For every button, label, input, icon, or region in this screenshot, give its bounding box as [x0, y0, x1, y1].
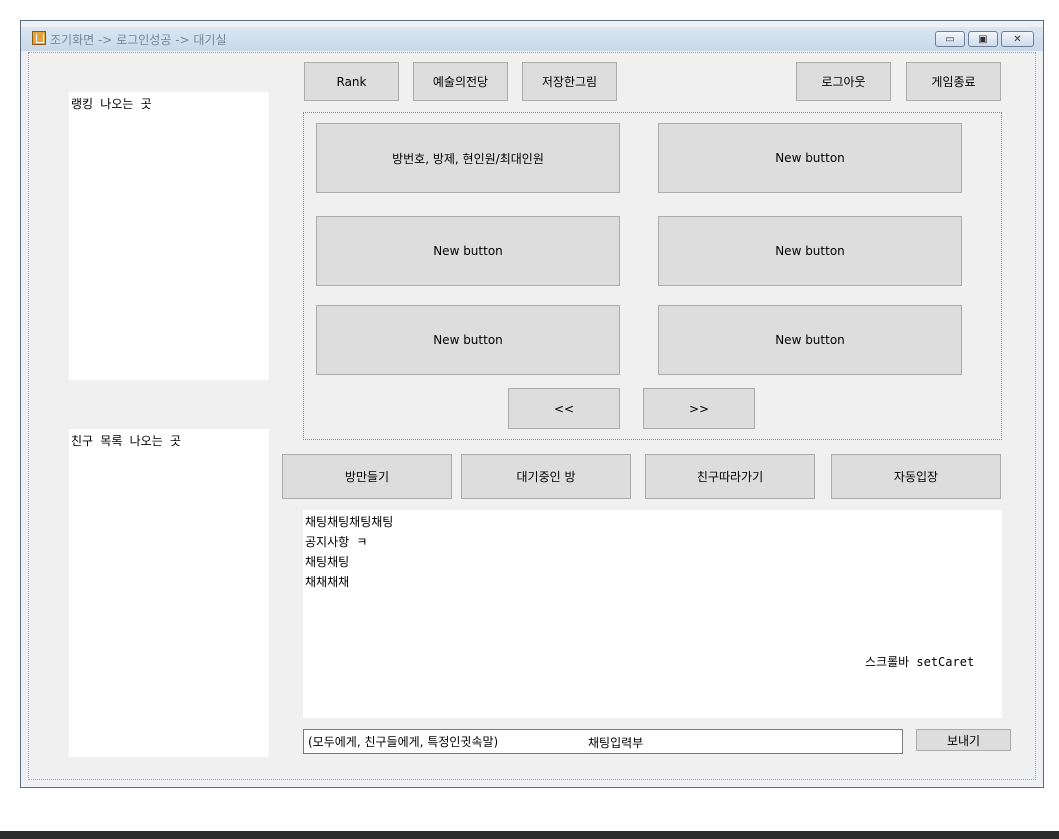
friends-panel[interactable]: 친구 목록 나오는 곳 [69, 429, 269, 757]
minimize-icon: ▭ [945, 33, 955, 45]
chat-log[interactable]: 채팅채팅채팅채팅 공지사항 ㅋ 채팅채팅 채채채채 스크롤바 setCaret [303, 510, 1002, 718]
chat-input[interactable] [303, 729, 903, 754]
quit-game-button[interactable]: 게임종료 [906, 62, 1001, 101]
prev-page-button[interactable]: << [508, 388, 620, 429]
room-button-6[interactable]: New button [658, 305, 962, 375]
maximize-icon: ▣ [978, 33, 988, 45]
scroll-note: 스크롤바 setCaret [865, 655, 975, 669]
create-room-button[interactable]: 방만들기 [282, 454, 452, 499]
ranking-label: 랭킹 나오는 곳 [71, 97, 152, 111]
friends-label: 친구 목록 나오는 곳 [71, 434, 181, 448]
minimize-button[interactable]: ▭ [935, 31, 965, 47]
auto-join-button[interactable]: 자동입장 [831, 454, 1001, 499]
taskbar-strip [0, 831, 1059, 839]
close-button[interactable]: ✕ [1001, 31, 1034, 47]
room-button-4[interactable]: New button [658, 216, 962, 286]
maximize-button[interactable]: ▣ [968, 31, 998, 47]
ranking-panel[interactable]: 랭킹 나오는 곳 [69, 92, 269, 380]
rank-button[interactable]: Rank [304, 62, 399, 101]
chat-line: 채팅채팅 [305, 555, 350, 569]
follow-friend-button[interactable]: 친구따라가기 [645, 454, 815, 499]
next-page-button[interactable]: >> [643, 388, 755, 429]
logout-button[interactable]: 로그아웃 [796, 62, 891, 101]
room-button-3[interactable]: New button [316, 216, 620, 286]
close-icon: ✕ [1013, 33, 1022, 45]
room-button-5[interactable]: New button [316, 305, 620, 375]
window-title: 조기화면 -> 로그인성공 -> 대기실 [50, 33, 227, 47]
java-app-icon [32, 31, 46, 45]
send-button[interactable]: 보내기 [916, 729, 1011, 751]
waiting-rooms-button[interactable]: 대기중인 방 [461, 454, 631, 499]
chat-line: 채팅채팅채팅채팅 [305, 515, 394, 529]
room-button-2[interactable]: New button [658, 123, 962, 193]
chat-line: 공지사항 ㅋ [305, 535, 368, 549]
chat-line: 채채채채 [305, 575, 350, 589]
saved-drawings-button[interactable]: 저장한그림 [522, 62, 617, 101]
room-button-1[interactable]: 방번호, 방제, 현인원/최대인원 [316, 123, 620, 193]
hall-of-fame-button[interactable]: 예술의전당 [413, 62, 508, 101]
